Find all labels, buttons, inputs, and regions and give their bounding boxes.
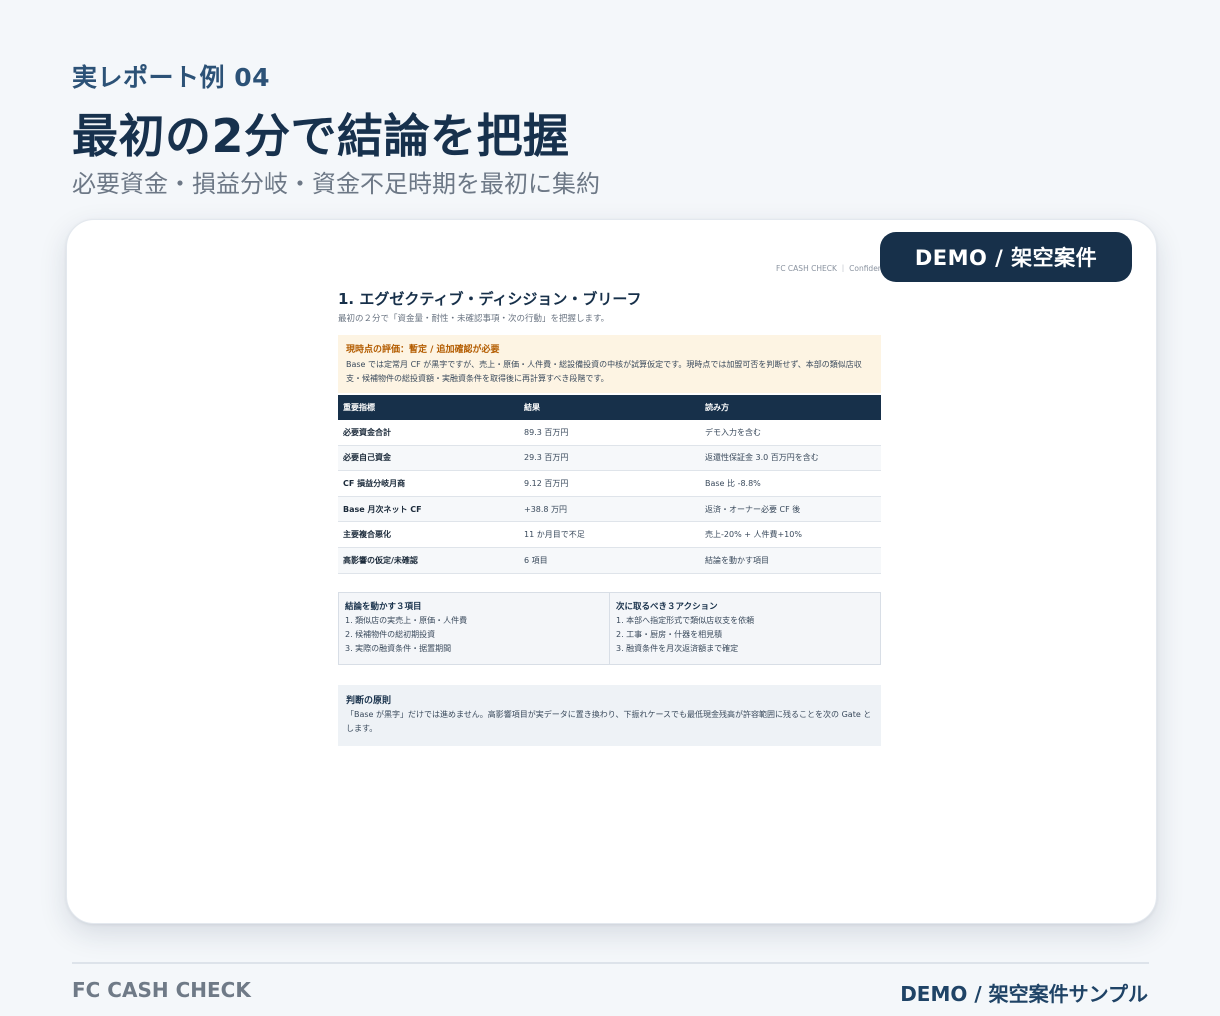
report-title: 1. エグゼクティブ・ディシジョン・ブリーフ xyxy=(338,290,642,308)
table-cell: 必要資金合計 xyxy=(338,420,519,446)
evaluation-alert: 現時点の評価：暫定 / 追加確認が必要 Base では定常月 CF が黒字ですが… xyxy=(338,335,881,393)
alert-text: Base では定常月 CF が黒字ですが、売上・原価・人件費・総設備投資の中核が… xyxy=(346,360,862,383)
list-item: 3. 実際の融資条件・据置期間 xyxy=(345,644,452,653)
list-item: 1. 類似店の実売上・原価・人件費 xyxy=(345,616,468,625)
principle-text: 「Base が黒字」だけでは進めません。高影響項目が実データに置き換わり、下振れ… xyxy=(346,710,872,733)
page-subtitle: 必要資金・損益分岐・資金不足時期を最初に集約 xyxy=(72,170,600,198)
principle-title: 判断の原則 xyxy=(346,696,392,706)
table-header-cell: 読み方 xyxy=(700,395,881,420)
summary-boxes: 結論を動かす３項目 1. 類似店の実売上・原価・人件費 2. 候補物件の総初期投… xyxy=(338,592,881,665)
next-actions-box: 次に取るべき３アクション 1. 本部へ指定形式で類似店収支を依頼 2. 工事・厨… xyxy=(610,592,881,665)
table-cell: +38.8 万円 xyxy=(519,496,700,523)
table-row: 高影響の仮定/未確認 6 項目 結論を動かす項目 xyxy=(338,547,881,574)
table-cell: デモ入力を含む xyxy=(700,420,881,446)
page-title: 最初の2分で結論を把握 xyxy=(72,109,570,163)
table-cell: 返還性保証金 3.0 百万円を含む xyxy=(700,445,881,472)
table-cell: Base 比 -8.8% xyxy=(700,470,881,497)
table-row: 必要資金合計 89.3 百万円 デモ入力を含む xyxy=(338,420,881,446)
table-cell: 高影響の仮定/未確認 xyxy=(338,547,519,574)
demo-badge: DEMO / 架空案件 xyxy=(880,232,1132,282)
list-item: 1. 本部へ指定形式で類似店収支を依頼 xyxy=(616,616,755,625)
list-item: 3. 融資条件を月次返済額まで確定 xyxy=(616,644,739,653)
table-header-cell: 結果 xyxy=(519,395,700,420)
table-cell: 29.3 百万円 xyxy=(519,445,700,472)
table-cell: 89.3 百万円 xyxy=(519,420,700,446)
list-item: 2. 工事・厨房・什器を相見積 xyxy=(616,630,723,639)
decision-principle: 判断の原則 「Base が黒字」だけでは進めません。高影響項目が実データに置き換… xyxy=(338,685,881,746)
kpi-table: 重要指標 結果 読み方 必要資金合計 89.3 百万円 デモ入力を含む 必要自己… xyxy=(338,395,881,574)
report-confidential-label: FC CASH CHECK ｜ Confidential xyxy=(776,264,880,273)
table-row: 必要自己資金 29.3 百万円 返還性保証金 3.0 百万円を含む xyxy=(338,445,881,472)
footer-brand: FC CASH CHECK xyxy=(72,978,251,1002)
table-cell: 6 項目 xyxy=(519,547,700,574)
table-row: Base 月次ネット CF +38.8 万円 返済・オーナー必要 CF 後 xyxy=(338,496,881,523)
table-cell: 9.12 百万円 xyxy=(519,470,700,497)
table-header-row: 重要指標 結果 読み方 xyxy=(338,395,881,420)
table-header-cell: 重要指標 xyxy=(338,395,519,420)
alert-title: 現時点の評価：暫定 / 追加確認が必要 xyxy=(346,345,500,355)
section-kicker: 実レポート例 04 xyxy=(72,63,270,92)
box-title: 次に取るべき３アクション xyxy=(616,602,718,612)
table-cell: 必要自己資金 xyxy=(338,445,519,472)
table-cell: 結論を動かす項目 xyxy=(700,547,881,574)
table-row: CF 損益分岐月商 9.12 百万円 Base 比 -8.8% xyxy=(338,470,881,497)
table-cell: 11 か月目で不足 xyxy=(519,521,700,548)
footer-divider xyxy=(72,962,1149,964)
list-item: 2. 候補物件の総初期投資 xyxy=(345,630,436,639)
table-cell: 主要複合悪化 xyxy=(338,521,519,548)
table-cell: Base 月次ネット CF xyxy=(338,496,519,523)
table-row: 主要複合悪化 11 か月目で不足 売上-20% + 人件費+10% xyxy=(338,521,881,548)
table-cell: 売上-20% + 人件費+10% xyxy=(700,521,881,548)
table-cell: 返済・オーナー必要 CF 後 xyxy=(700,496,881,523)
footer-demo-label: DEMO / 架空案件サンプル xyxy=(900,982,1148,1006)
table-cell: CF 損益分岐月商 xyxy=(338,470,519,497)
key-drivers-box: 結論を動かす３項目 1. 類似店の実売上・原価・人件費 2. 候補物件の総初期投… xyxy=(338,592,610,665)
box-title: 結論を動かす３項目 xyxy=(345,602,422,612)
report-subtitle: 最初の２分で「資金量・耐性・未確認事項・次の行動」を把握します。 xyxy=(338,314,610,324)
